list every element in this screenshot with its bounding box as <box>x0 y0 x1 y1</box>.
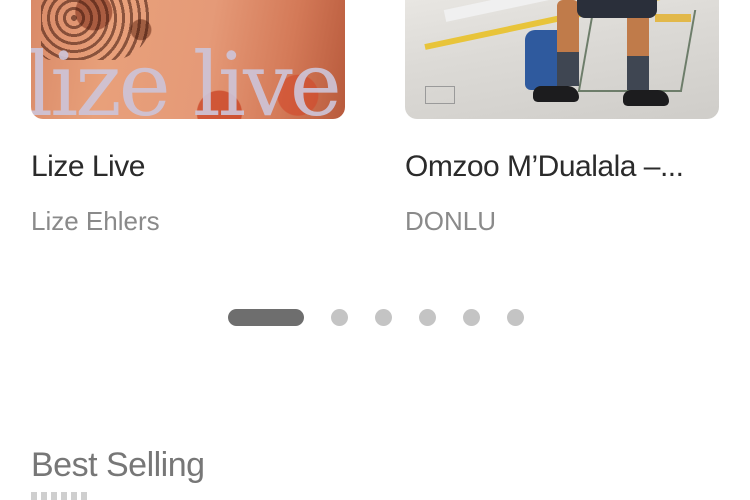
cover-sock <box>627 56 649 90</box>
album-title[interactable]: Lize Live <box>31 150 345 184</box>
cover-shoe <box>533 86 579 102</box>
cover-shoe <box>623 90 669 106</box>
album-cover-image[interactable] <box>405 0 719 119</box>
album-title[interactable]: Omzoo M’Dualala –... <box>405 150 719 184</box>
cover-shorts <box>577 0 657 18</box>
cover-chair-seat <box>655 14 691 22</box>
album-card-lize-live[interactable]: lize live Lize Live Lize Ehlers <box>31 0 345 236</box>
cover-sock <box>557 52 579 86</box>
album-cover-image[interactable]: lize live <box>31 0 345 119</box>
page-dot[interactable] <box>507 309 524 326</box>
section-title-best-selling: Best Selling <box>31 446 205 484</box>
page-dot[interactable] <box>375 309 392 326</box>
page-dot-active[interactable] <box>228 309 304 326</box>
page-dot[interactable] <box>331 309 348 326</box>
cover-stamp-logo <box>425 86 455 104</box>
album-artist[interactable]: Lize Ehlers <box>31 206 345 237</box>
page-dot[interactable] <box>419 309 436 326</box>
app-screen: lize live Lize Live Lize Ehlers Omzoo M’… <box>0 0 750 500</box>
section-subtitle-cutoff <box>31 492 91 500</box>
album-artist[interactable]: DONLU <box>405 206 719 237</box>
album-card-omzoo[interactable]: Omzoo M’Dualala –... DONLU <box>405 0 719 236</box>
cover-title-text: lize live <box>31 33 342 120</box>
page-dot[interactable] <box>463 309 480 326</box>
